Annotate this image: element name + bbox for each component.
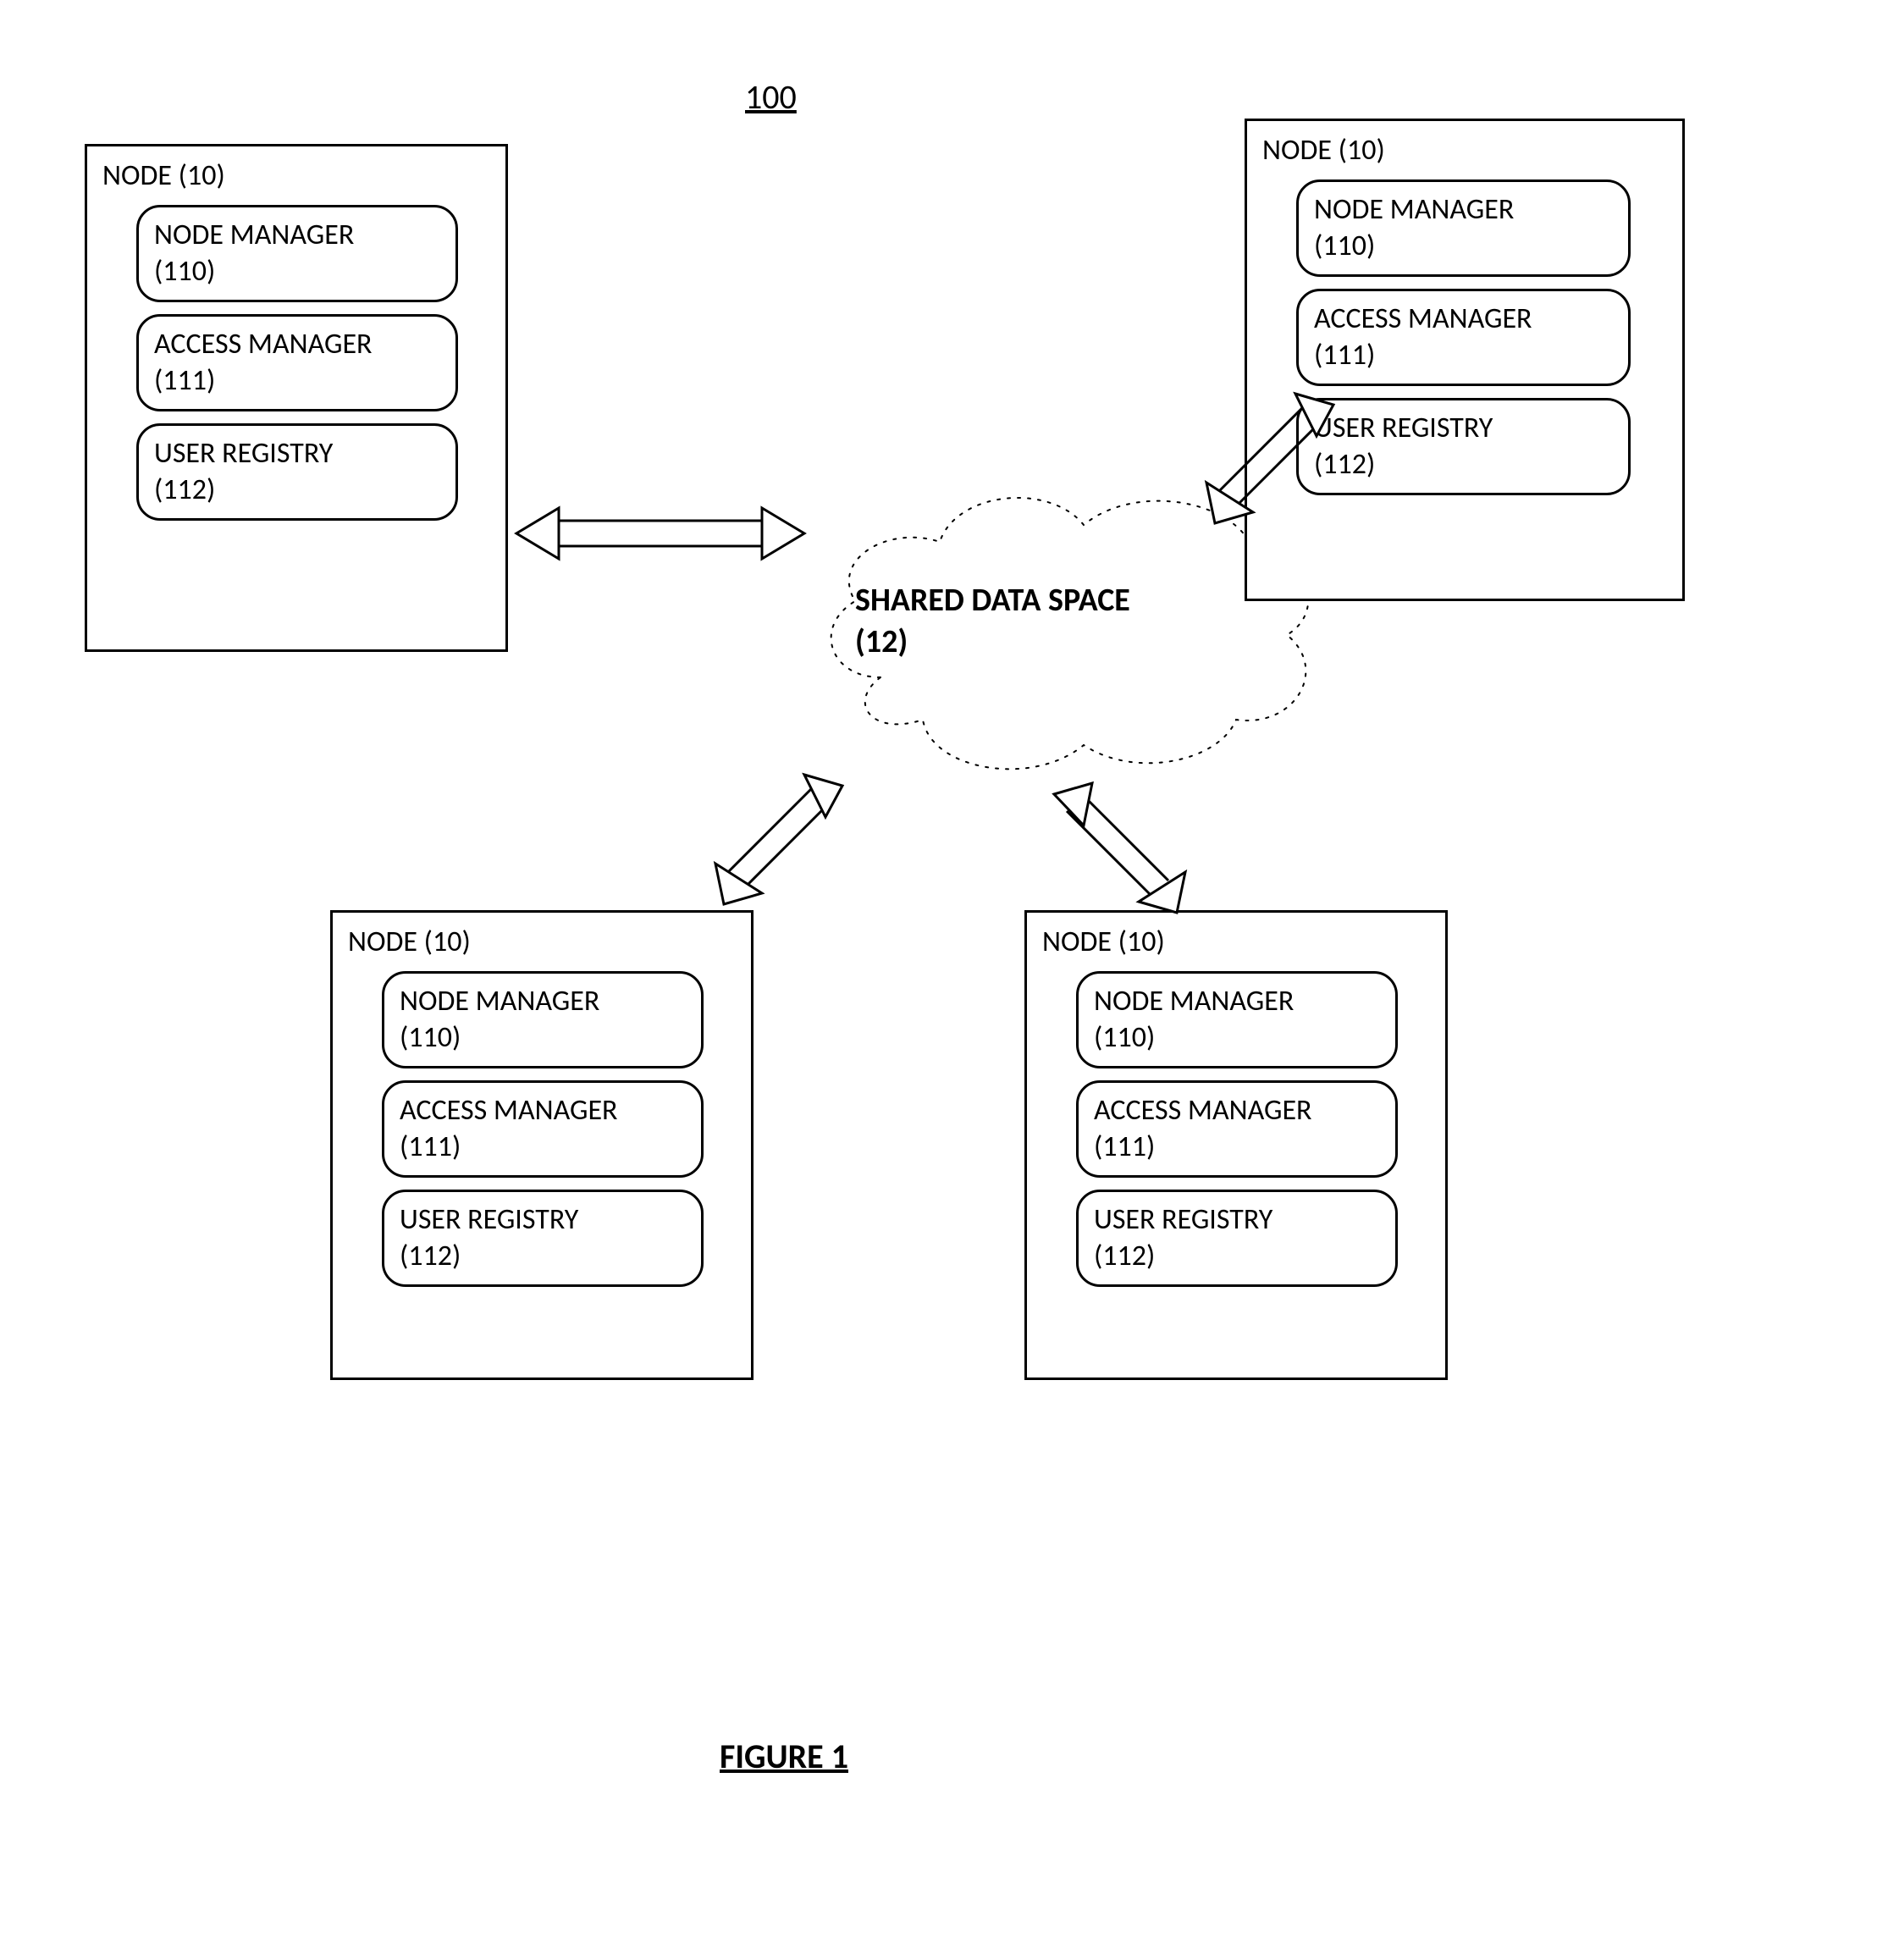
component-label-line1: NODE MANAGER bbox=[154, 218, 354, 252]
component-label-line1: USER REGISTRY bbox=[154, 436, 333, 471]
component-label-line1: ACCESS MANAGER bbox=[154, 327, 373, 362]
component-user-registry: USER REGISTRY (112) bbox=[382, 1190, 704, 1287]
double-arrow-bottom-right bbox=[1033, 745, 1219, 931]
component-label-line2: (112) bbox=[154, 472, 215, 507]
component-label-line2: (111) bbox=[1094, 1129, 1155, 1164]
node-box-top-left: NODE (10) NODE MANAGER (110) ACCESS MANA… bbox=[85, 144, 508, 652]
component-label-line1: ACCESS MANAGER bbox=[1314, 301, 1532, 336]
component-user-registry: USER REGISTRY (112) bbox=[1076, 1190, 1398, 1287]
double-arrow-top-right bbox=[1168, 364, 1355, 525]
component-label-line2: (110) bbox=[1094, 1020, 1155, 1055]
component-label-line2: (110) bbox=[1314, 229, 1375, 263]
diagram-canvas: 100 SHARED DATA SPACE (12) NODE (10) NOD… bbox=[0, 0, 1899, 1960]
node-title: NODE (10) bbox=[102, 158, 505, 193]
component-node-manager: NODE MANAGER (110) bbox=[1296, 179, 1631, 277]
double-arrow-bottom-left bbox=[677, 737, 864, 923]
component-label-line2: (112) bbox=[1094, 1239, 1155, 1273]
cloud-label-line1: SHARED DATA SPACE bbox=[855, 580, 1130, 621]
component-label-line2: (110) bbox=[154, 254, 215, 289]
component-label-line2: (111) bbox=[154, 363, 215, 398]
component-label-line1: NODE MANAGER bbox=[1094, 984, 1294, 1019]
component-access-manager: ACCESS MANAGER (111) bbox=[136, 314, 458, 411]
cloud-label-line2: (12) bbox=[855, 621, 1130, 663]
node-title: NODE (10) bbox=[1262, 133, 1682, 168]
node-box-bottom-left: NODE (10) NODE MANAGER (110) ACCESS MANA… bbox=[330, 910, 754, 1380]
component-node-manager: NODE MANAGER (110) bbox=[382, 971, 704, 1068]
component-access-manager: ACCESS MANAGER (111) bbox=[382, 1080, 704, 1178]
component-node-manager: NODE MANAGER (110) bbox=[136, 205, 458, 302]
double-arrow-top-left bbox=[508, 483, 821, 584]
component-label-line1: ACCESS MANAGER bbox=[400, 1093, 618, 1128]
component-label-line1: ACCESS MANAGER bbox=[1094, 1093, 1312, 1128]
node-box-bottom-right: NODE (10) NODE MANAGER (110) ACCESS MANA… bbox=[1024, 910, 1448, 1380]
cloud-label: SHARED DATA SPACE (12) bbox=[855, 580, 1130, 664]
component-label-line1: USER REGISTRY bbox=[400, 1202, 578, 1237]
component-label-line1: NODE MANAGER bbox=[1314, 192, 1514, 227]
node-title: NODE (10) bbox=[348, 925, 751, 959]
figure-caption: FIGURE 1 bbox=[720, 1736, 848, 1777]
node-box-top-right: NODE (10) NODE MANAGER (110) ACCESS MANA… bbox=[1245, 119, 1685, 601]
component-user-registry: USER REGISTRY (112) bbox=[136, 423, 458, 521]
component-label-line1: USER REGISTRY bbox=[1094, 1202, 1272, 1237]
component-node-manager: NODE MANAGER (110) bbox=[1076, 971, 1398, 1068]
component-label-line2: (111) bbox=[400, 1129, 461, 1164]
component-label-line2: (112) bbox=[400, 1239, 461, 1273]
component-label-line2: (110) bbox=[400, 1020, 461, 1055]
reference-number: 100 bbox=[745, 76, 797, 118]
component-access-manager: ACCESS MANAGER (111) bbox=[1076, 1080, 1398, 1178]
component-label-line1: NODE MANAGER bbox=[400, 984, 599, 1019]
